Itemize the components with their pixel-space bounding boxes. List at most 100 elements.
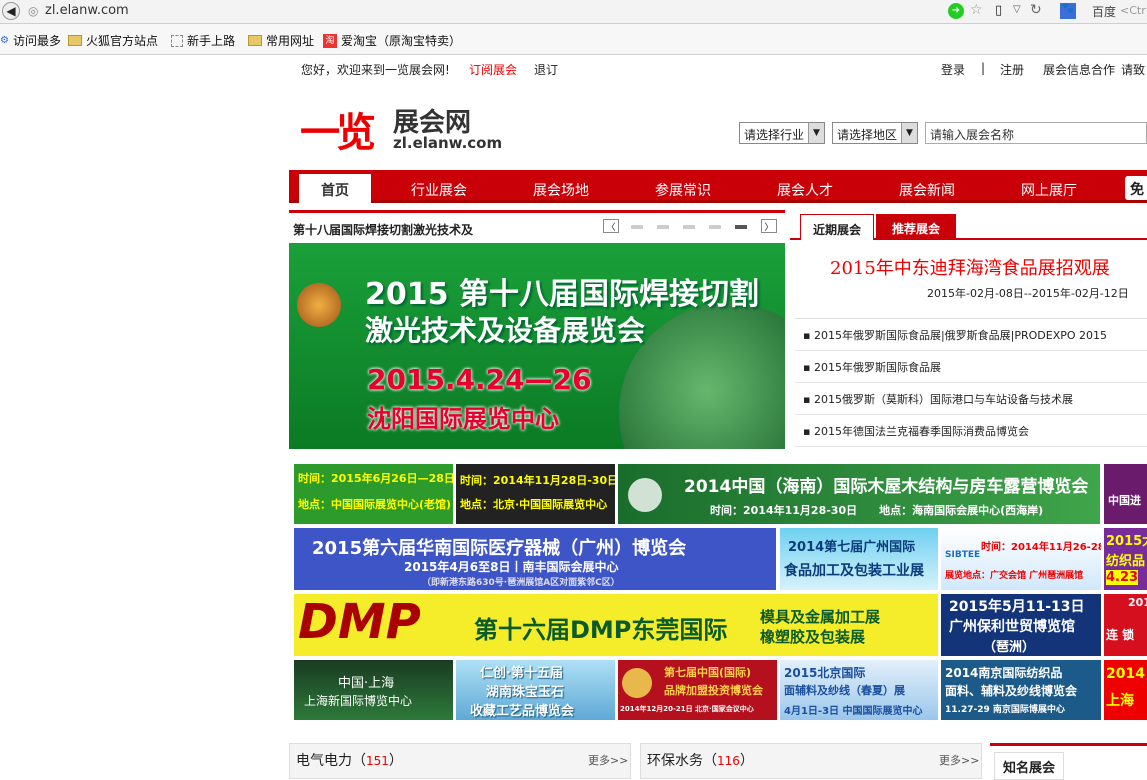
news-item[interactable]: ▪ 2015俄罗斯（莫斯科）国际港口与车站设备与技术展 bbox=[803, 391, 1073, 407]
more-link[interactable]: 更多>> bbox=[939, 752, 979, 768]
bookmark-icon: ⚙ bbox=[0, 35, 9, 46]
section-electrical: 电气电力（151） 更多>> bbox=[289, 743, 631, 779]
exhibition-tabs: 近期展会 推荐展会 bbox=[790, 212, 1147, 240]
more-link[interactable]: 更多>> bbox=[588, 752, 628, 768]
browser-url-bar: ◀ ◎ zl.elanw.com ➜ ☆ ▯ ▽ ↻ 🐾 百度 <Ctr bbox=[0, 0, 1147, 24]
welding-torch-icon bbox=[297, 283, 341, 327]
nav-free-button[interactable]: 免 bbox=[1125, 176, 1147, 200]
phone-icon[interactable]: ▯ bbox=[995, 3, 1002, 18]
section-title[interactable]: 电气电力（151） bbox=[296, 750, 403, 770]
ad-banner-13[interactable]: 第七届中国(国际) 品牌加盟投资博览会 2014年12月20-21日 北京·国家… bbox=[618, 660, 777, 720]
dropdown-icon[interactable]: ▽ bbox=[1013, 4, 1021, 15]
star-icon[interactable]: ☆ bbox=[970, 2, 983, 18]
banner-title-line1: 2015 第十八届国际焊接切割 bbox=[365, 277, 759, 312]
nav-venues[interactable]: 展会场地 bbox=[533, 180, 589, 200]
divider bbox=[795, 350, 1147, 351]
section-title[interactable]: 环保水务（116） bbox=[647, 750, 754, 770]
region-select[interactable]: 请选择地区 ▼ bbox=[832, 122, 918, 144]
cjvf-logo-icon bbox=[622, 668, 652, 698]
ad-banner-dmp[interactable]: DMP 第十六届DMP东莞国际 模具及金属加工展 橡塑胶及包装展 bbox=[294, 594, 938, 656]
slider-caption: 第十八届国际焊接切割激光技术及 bbox=[293, 223, 474, 237]
logo-main-text: 一览 bbox=[300, 110, 376, 156]
slider-header: 第十八届国际焊接切割激光技术及 〈 〉 bbox=[289, 210, 785, 240]
bookmark-taobao[interactable]: 淘爱淘宝（原淘宝特卖） bbox=[323, 32, 461, 49]
ad-banner-7[interactable]: SIBTEE 时间：2014年11月26-28日 展览地点：广交会馆 广州琶洲展… bbox=[941, 528, 1101, 590]
featured-exhibition-dates: 2015年-02月-08日--2015年-02月-12日 bbox=[927, 287, 1129, 300]
news-item[interactable]: ▪ 2015年德国法兰克福春季国际消费品博览会 bbox=[803, 423, 1029, 439]
bookmark-common-sites[interactable]: 常用网址 bbox=[248, 32, 314, 49]
section-environment: 环保水务（116） 更多>> bbox=[640, 743, 982, 779]
slider-dot[interactable] bbox=[683, 225, 695, 229]
register-link[interactable]: 注册 bbox=[1000, 61, 1024, 78]
news-item[interactable]: ▪ 2015年俄罗斯国际食品展 bbox=[803, 359, 941, 375]
address-bar[interactable]: zl.elanw.com bbox=[45, 3, 129, 18]
unsubscribe-link[interactable]: 退订 bbox=[534, 61, 558, 78]
tab-recommend[interactable]: 推荐展会 bbox=[876, 214, 956, 240]
go-icon[interactable]: ➜ bbox=[948, 3, 964, 19]
top-links-bar: 您好，欢迎来到一览展会网! 订阅展会 退订 登录 | 注册 展会信息合作 请致 bbox=[289, 55, 1147, 83]
nav-exhibit-tips[interactable]: 参展常识 bbox=[655, 180, 711, 200]
ad-banner-16[interactable]: 2014 上海 bbox=[1104, 660, 1147, 720]
ad-banner-14[interactable]: 2015北京国际 面辅料及纱线（春夏）展 4月1日-3日 中国国际展览中心 bbox=[780, 660, 938, 720]
ad-banner-2[interactable]: 时间：2014年11月28日-30日 地点：北京·中国国际展览中心 bbox=[456, 464, 615, 524]
nav-talent[interactable]: 展会人才 bbox=[777, 180, 833, 200]
featured-exhibition-title[interactable]: 2015年中东迪拜海湾食品展招观展 bbox=[830, 254, 1110, 280]
taobao-icon: 淘 bbox=[323, 33, 337, 48]
cooperation-link[interactable]: 展会信息合作 bbox=[1043, 61, 1115, 78]
slider-dot[interactable] bbox=[709, 225, 721, 229]
ad-banner-4[interactable]: 中国进 bbox=[1104, 464, 1147, 524]
ad-banner-11[interactable]: 中国·上海 上海新国际博览中心 bbox=[294, 660, 453, 720]
slider-dot[interactable] bbox=[657, 225, 669, 229]
ad-banner-1[interactable]: 时间：2015年6月26日—28日 地点：中国国际展览中心(老馆) bbox=[294, 464, 453, 524]
main-nav: 首页 行业展会 展会场地 参展常识 展会人才 展会新闻 网上展厅 免 bbox=[289, 170, 1147, 203]
subscribe-link[interactable]: 订阅展会 bbox=[469, 61, 517, 78]
ad-banner-8[interactable]: 2015大 纺织品 4.23 bbox=[1104, 528, 1147, 590]
separator: | bbox=[981, 61, 986, 75]
slider-banner[interactable]: 2015 第十八届国际焊接切割 激光技术及设备展览会 2015.4.24—26 … bbox=[289, 243, 785, 449]
bookmark-getting-started[interactable]: 新手上路 bbox=[171, 32, 235, 49]
nav-online-hall[interactable]: 网上展厅 bbox=[1021, 180, 1077, 200]
folder-icon bbox=[68, 35, 82, 46]
banner-date: 2015.4.24—26 bbox=[367, 363, 592, 396]
chevron-down-icon: ▼ bbox=[901, 123, 917, 143]
logo-domain: zl.elanw.com bbox=[393, 134, 503, 152]
nav-industry-exhibitions[interactable]: 行业展会 bbox=[411, 180, 467, 200]
login-link[interactable]: 登录 bbox=[941, 61, 965, 78]
ad-banner-3[interactable]: 2014中国（海南）国际木屋木结构与房车露营博览会 时间：2014年11月28-… bbox=[618, 464, 1100, 524]
divider bbox=[795, 382, 1147, 383]
divider bbox=[795, 446, 1147, 447]
news-item[interactable]: ▪ 2015年俄罗斯国际食品展|俄罗斯食品展|PRODEXPO 2015 bbox=[803, 327, 1107, 343]
slider-dot[interactable] bbox=[631, 225, 643, 229]
ad-banner-9[interactable]: 2015年5月11-13日 广州保利世贸博览馆 （琶洲） bbox=[941, 594, 1101, 656]
ad-banner-12[interactable]: 仁创·第十五届 湖南珠宝玉石 收藏工艺品博览会 bbox=[456, 660, 615, 720]
search-engine-icon[interactable]: 🐾 bbox=[1060, 3, 1076, 19]
slider-dot-active[interactable] bbox=[735, 225, 747, 229]
ad-banner-10[interactable]: 201 连 锁 bbox=[1104, 594, 1147, 656]
tab-recent[interactable]: 近期展会 bbox=[800, 214, 874, 240]
famous-tab[interactable]: 知名展会 bbox=[994, 752, 1064, 780]
ad-banner-6[interactable]: 2014第七届广州国际 食品加工及包装工业展 bbox=[780, 528, 938, 590]
globe-icon: ◎ bbox=[28, 4, 39, 18]
slider-next-button[interactable]: 〉 bbox=[761, 219, 777, 233]
search-hint: <Ctr bbox=[1120, 4, 1146, 17]
welcome-text: 您好，欢迎来到一览展会网! bbox=[301, 63, 450, 77]
slider-prev-button[interactable]: 〈 bbox=[603, 219, 619, 233]
nav-home[interactable]: 首页 bbox=[299, 174, 371, 203]
industry-select[interactable]: 请选择行业 ▼ bbox=[739, 122, 825, 144]
divider bbox=[795, 414, 1147, 415]
reload-icon[interactable]: ↻ bbox=[1030, 2, 1042, 18]
section-famous: 知名展会 bbox=[990, 743, 1147, 780]
keyword-search-input[interactable]: 请输入展会名称 bbox=[925, 122, 1147, 144]
bookmark-firefox-site[interactable]: 火狐官方站点 bbox=[68, 32, 158, 49]
folder-icon bbox=[248, 35, 262, 46]
nav-news[interactable]: 展会新闻 bbox=[899, 180, 955, 200]
site-logo[interactable]: 一览 展会网 zl.elanw.com bbox=[300, 100, 502, 158]
divider bbox=[795, 318, 1147, 319]
contact-link[interactable]: 请致 bbox=[1121, 61, 1145, 78]
ad-banner-15[interactable]: 2014南京国际纺织品 面料、辅料及纱线博览会 11.27-29 南京国际博展中… bbox=[941, 660, 1101, 720]
search-engine-label[interactable]: 百度 bbox=[1092, 3, 1116, 20]
ad-banner-5[interactable]: 2015第六届华南国际医疗器械（广州）博览会 2015年4月6至8日丨南丰国际会… bbox=[294, 528, 776, 590]
house-icon bbox=[628, 478, 662, 512]
back-icon[interactable]: ◀ bbox=[2, 2, 20, 20]
bookmark-most-visited[interactable]: ⚙ 访问最多 bbox=[0, 32, 61, 49]
